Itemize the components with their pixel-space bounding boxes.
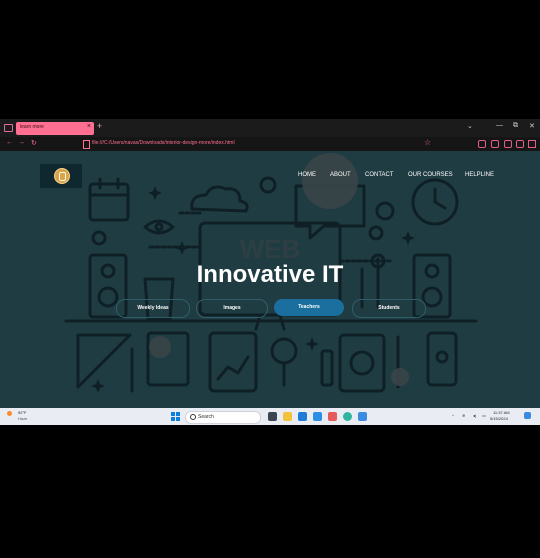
search-icon [190, 414, 196, 420]
students-button[interactable]: Students [352, 299, 426, 318]
browser-tab-bar: learn more × + ⌄ — ⧉ ✕ [0, 119, 540, 137]
hero-background-word: WEB [240, 234, 301, 264]
extensions-icon[interactable] [516, 140, 524, 148]
site-logo[interactable] [40, 164, 82, 188]
settings-app-icon[interactable] [358, 412, 367, 421]
clock-date[interactable]: 5/15/2024 [490, 416, 508, 421]
battery-icon[interactable]: ▭ [482, 413, 486, 418]
back-icon[interactable]: ← [6, 139, 13, 146]
menu-our-courses[interactable]: OUR COURSES [408, 172, 453, 178]
volume-icon[interactable]: ◂) [473, 413, 476, 418]
file-explorer-icon[interactable] [283, 412, 292, 421]
store-icon[interactable] [298, 412, 307, 421]
teachers-button[interactable]: Teachers [274, 299, 344, 316]
tray-chevron-icon[interactable]: ^ [452, 413, 454, 418]
weather-temperature[interactable]: 92°F [18, 410, 27, 415]
web-page: WEB HOME ABOUT CONTACT OUR COURSES HELPL… [0, 151, 540, 408]
menu-home[interactable]: HOME [298, 172, 316, 178]
tab-list-icon[interactable]: ⌄ [467, 122, 473, 130]
logo-icon [54, 168, 70, 184]
windows-start-icon[interactable] [171, 412, 180, 421]
weather-description: Haze [18, 416, 28, 421]
close-window-button[interactable]: ✕ [529, 122, 535, 130]
new-tab-button[interactable]: + [97, 121, 102, 131]
account-icon[interactable] [504, 140, 512, 148]
clock-time[interactable]: 11:37 AM [493, 410, 510, 415]
weekly-ideas-button[interactable]: Weekly Ideas [116, 299, 190, 318]
file-icon [83, 140, 90, 149]
bookmark-star-icon[interactable]: ☆ [424, 138, 431, 147]
menu-helpline[interactable]: HELPLINE [465, 172, 494, 178]
menu-about[interactable]: ABOUT [330, 172, 351, 178]
notifications-icon[interactable] [524, 412, 531, 419]
shield-icon[interactable] [478, 140, 486, 148]
weather-icon[interactable] [7, 411, 12, 416]
minimize-button[interactable]: — [496, 122, 503, 129]
tab-close-icon[interactable]: × [87, 123, 91, 130]
tab-overview-icon[interactable] [4, 124, 13, 132]
wifi-icon[interactable]: ≋ [462, 413, 465, 418]
browser-app-icon[interactable] [328, 412, 337, 421]
taskbar-search[interactable]: Search [185, 411, 261, 424]
taskbar: 92°F Haze Search ^ ≋ ◂) ▭ 11:37 AM 5/15/… [0, 408, 540, 425]
download-icon[interactable] [491, 140, 499, 148]
images-button[interactable]: Images [196, 299, 268, 318]
menu-icon[interactable] [528, 140, 536, 148]
forward-icon[interactable]: → [18, 139, 25, 146]
vscode-icon[interactable] [313, 412, 322, 421]
screen: learn more × + ⌄ — ⧉ ✕ ← → ↻ file:///C:/… [0, 119, 540, 425]
browser-nav-bar: ← → ↻ file:///C:/Users/navas/Downloads/i… [0, 137, 540, 151]
tab-title: learn more [20, 124, 44, 130]
maximize-button[interactable]: ⧉ [513, 122, 518, 130]
edge-icon[interactable] [343, 412, 352, 421]
hero-title: Innovative IT [196, 261, 344, 288]
address-bar[interactable]: file:///C:/Users/navas/Downloads/interio… [92, 140, 235, 146]
task-view-icon[interactable] [268, 412, 277, 421]
menu-contact[interactable]: CONTACT [365, 172, 394, 178]
search-label: Search [198, 414, 214, 420]
browser-tab[interactable]: learn more × [16, 122, 94, 135]
reload-icon[interactable]: ↻ [31, 139, 37, 147]
